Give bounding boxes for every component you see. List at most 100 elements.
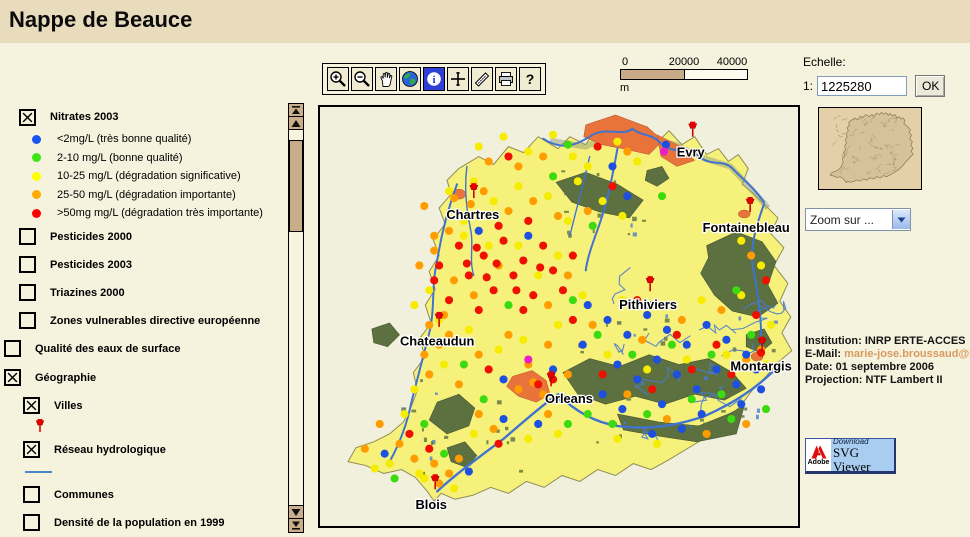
zoom-out-button[interactable] bbox=[351, 67, 373, 91]
nitrate-dot-o[interactable] bbox=[395, 440, 403, 448]
nitrate-dot-r[interactable] bbox=[752, 311, 760, 319]
nitrate-dot-r[interactable] bbox=[473, 244, 481, 252]
nitrate-dot-b[interactable] bbox=[653, 356, 661, 364]
nitrate-dot-b[interactable] bbox=[524, 232, 532, 240]
nitrate-dot-b[interactable] bbox=[584, 301, 592, 309]
adobe-svg-viewer-badge[interactable]: Adobe Download SVG Viewer bbox=[805, 438, 896, 474]
nitrate-dot-o[interactable] bbox=[415, 261, 423, 269]
nitrate-dot-g[interactable] bbox=[569, 296, 577, 304]
nitrate-dot-y[interactable] bbox=[584, 162, 592, 170]
nitrate-dot-b[interactable] bbox=[613, 360, 621, 368]
nitrate-dot-r[interactable] bbox=[608, 182, 616, 190]
nitrate-dot-y[interactable] bbox=[653, 440, 661, 448]
layer-checkbox-r-seau-hydrologique[interactable] bbox=[23, 441, 40, 458]
layer-checkbox-nitrates-2003[interactable] bbox=[19, 109, 36, 126]
nitrate-dot-r[interactable] bbox=[509, 271, 517, 279]
nitrate-dot-r[interactable] bbox=[475, 306, 483, 314]
nitrate-dot-y[interactable] bbox=[554, 252, 562, 260]
nitrate-dot-y[interactable] bbox=[618, 212, 626, 220]
nitrate-dot-o[interactable] bbox=[544, 341, 552, 349]
nitrate-dot-y[interactable] bbox=[386, 460, 394, 468]
nitrate-dot-o[interactable] bbox=[376, 420, 384, 428]
nitrate-dot-b[interactable] bbox=[623, 331, 631, 339]
nitrate-dot-y[interactable] bbox=[450, 484, 458, 492]
nitrate-dot-y[interactable] bbox=[564, 217, 572, 225]
nitrate-dot-o[interactable] bbox=[504, 207, 512, 215]
nitrate-dot-y[interactable] bbox=[400, 410, 408, 418]
nitrate-dot-o[interactable] bbox=[420, 351, 428, 359]
nitrate-dot-g[interactable] bbox=[643, 410, 651, 418]
nitrate-dot-y[interactable] bbox=[737, 237, 745, 245]
nitrate-dot-g[interactable] bbox=[584, 410, 592, 418]
nitrate-dot-r[interactable] bbox=[490, 286, 498, 294]
nitrate-dot-o[interactable] bbox=[703, 430, 711, 438]
nitrate-dot-r[interactable] bbox=[430, 276, 438, 284]
nitrate-dot-y[interactable] bbox=[519, 336, 527, 344]
nitrate-dot-y[interactable] bbox=[499, 133, 507, 141]
nitrate-dot-r[interactable] bbox=[493, 259, 501, 267]
nitrate-dot-b[interactable] bbox=[623, 192, 631, 200]
nitrate-dot-r[interactable] bbox=[425, 445, 433, 453]
nitrate-dot-g[interactable] bbox=[717, 390, 725, 398]
pan-button[interactable] bbox=[375, 67, 397, 91]
nitrate-dot-y[interactable] bbox=[534, 271, 542, 279]
nitrate-dot-g[interactable] bbox=[391, 474, 399, 482]
nitrate-dot-o[interactable] bbox=[430, 247, 438, 255]
nitrate-dot-y[interactable] bbox=[613, 138, 621, 146]
nitrate-dot-b[interactable] bbox=[658, 400, 666, 408]
nitrate-dot-r[interactable] bbox=[549, 266, 557, 274]
nitrate-dot-b[interactable] bbox=[662, 141, 670, 149]
nitrate-dot-y[interactable] bbox=[420, 474, 428, 482]
nitrate-dot-r[interactable] bbox=[485, 365, 493, 373]
nitrate-dot-g[interactable] bbox=[668, 341, 676, 349]
nitrate-dot-b[interactable] bbox=[663, 326, 671, 334]
nitrate-dot-y[interactable] bbox=[410, 301, 418, 309]
layer-checkbox-densit-de-la-population-en-199[interactable] bbox=[23, 514, 40, 531]
nitrate-dot-o[interactable] bbox=[589, 321, 597, 329]
nitrate-dot-g[interactable] bbox=[608, 420, 616, 428]
nitrate-dot-g[interactable] bbox=[549, 172, 557, 180]
nitrate-dot-y[interactable] bbox=[643, 365, 651, 373]
nitrate-dot-r[interactable] bbox=[495, 222, 503, 230]
nitrate-dot-o[interactable] bbox=[564, 370, 572, 378]
nitrate-dot-y[interactable] bbox=[757, 261, 765, 269]
nitrate-dot-g[interactable] bbox=[589, 222, 597, 230]
nitrate-dot-y[interactable] bbox=[579, 291, 587, 299]
nitrate-dot-b[interactable] bbox=[534, 420, 542, 428]
nitrate-dot-g[interactable] bbox=[564, 420, 572, 428]
nitrate-dot-r[interactable] bbox=[405, 430, 413, 438]
nitrate-dot-y[interactable] bbox=[490, 197, 498, 205]
nitrate-dot-y[interactable] bbox=[475, 143, 483, 151]
nitrate-dot-o[interactable] bbox=[445, 469, 453, 477]
nitrate-dot-g[interactable] bbox=[564, 141, 572, 149]
email-link[interactable]: marie-jose.broussaud@inrp.fr bbox=[844, 348, 970, 360]
nitrate-dot-r[interactable] bbox=[445, 296, 453, 304]
nitrate-dot-r[interactable] bbox=[504, 152, 512, 160]
nitrate-dot-b[interactable] bbox=[683, 341, 691, 349]
nitrate-dot-b[interactable] bbox=[693, 385, 701, 393]
nitrate-dot-y[interactable] bbox=[495, 346, 503, 354]
nitrate-dot-o[interactable] bbox=[663, 415, 671, 423]
nitrate-dot-r[interactable] bbox=[480, 252, 488, 260]
nitrate-dot-o[interactable] bbox=[470, 291, 478, 299]
nitrate-dot-y[interactable] bbox=[465, 326, 473, 334]
nitrate-dot-r[interactable] bbox=[757, 349, 765, 357]
nitrate-dot-o[interactable] bbox=[361, 445, 369, 453]
nitrate-dot-o[interactable] bbox=[638, 336, 646, 344]
layer-checkbox-villes[interactable] bbox=[23, 397, 40, 414]
nitrate-dot-y[interactable] bbox=[613, 435, 621, 443]
nitrate-dot-r[interactable] bbox=[483, 273, 491, 281]
print-button[interactable] bbox=[495, 67, 517, 91]
nitrate-dot-g[interactable] bbox=[480, 395, 488, 403]
nitrate-dot-g[interactable] bbox=[747, 331, 755, 339]
nitrate-dot-g[interactable] bbox=[762, 405, 770, 413]
nitrate-dot-y[interactable] bbox=[633, 157, 641, 165]
nitrate-dot-y[interactable] bbox=[569, 152, 577, 160]
nitrate-dot-y[interactable] bbox=[524, 148, 532, 156]
nitrate-dot-g[interactable] bbox=[658, 192, 666, 200]
nitrate-dot-b[interactable] bbox=[633, 375, 641, 383]
nitrate-dot-y[interactable] bbox=[554, 430, 562, 438]
nitrate-dot-o[interactable] bbox=[529, 197, 537, 205]
measure-button[interactable] bbox=[471, 67, 493, 91]
layer-checkbox-g-ographie[interactable] bbox=[4, 369, 21, 386]
